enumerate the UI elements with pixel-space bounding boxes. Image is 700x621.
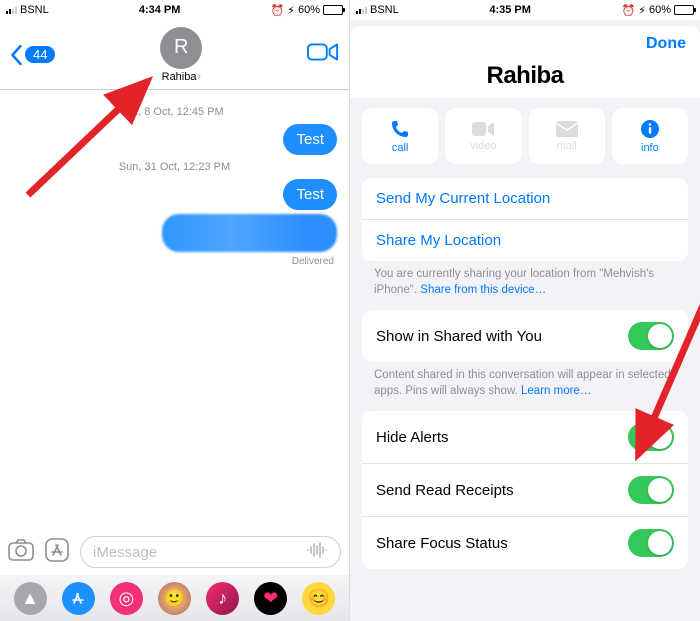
battery-icon bbox=[674, 5, 694, 15]
info-button[interactable]: info bbox=[612, 108, 688, 164]
video-label: video bbox=[470, 140, 496, 152]
signal-icon bbox=[356, 7, 367, 14]
mail-button: mail bbox=[529, 108, 605, 164]
hide-alerts-row[interactable]: Hide Alerts bbox=[362, 411, 688, 464]
show-in-shared-with-you-row[interactable]: Show in Shared with You bbox=[362, 310, 688, 362]
camera-icon[interactable] bbox=[8, 539, 34, 566]
info-label: info bbox=[641, 142, 659, 154]
chevron-right-icon: › bbox=[197, 71, 200, 82]
messages-conversation-screen: BSNL 4:34 PM ⏰ ⚡︎ 60% 44 R Rahiba› bbox=[0, 0, 350, 621]
focus-status-toggle[interactable] bbox=[628, 529, 674, 557]
learn-more-link[interactable]: Learn more… bbox=[521, 385, 591, 397]
tray-memoji-icon[interactable]: 🙂 bbox=[158, 582, 191, 615]
chevron-left-icon bbox=[10, 45, 23, 65]
app-drawer[interactable]: ▲ ◎ 🙂 ♪ ❤ 😊 bbox=[0, 575, 349, 621]
shared-with-you-toggle[interactable] bbox=[628, 322, 674, 350]
conversation-header: 44 R Rahiba› bbox=[0, 20, 349, 90]
tray-music-icon[interactable]: ♪ bbox=[206, 582, 239, 615]
contact-details-sheet: BSNL 4:35 PM ⏰ ⚡︎ 60% Done Rahiba call v… bbox=[350, 0, 700, 621]
video-button: video bbox=[445, 108, 521, 164]
sheet-title: Rahiba bbox=[350, 62, 700, 90]
voice-record-icon[interactable] bbox=[306, 541, 328, 563]
video-icon bbox=[307, 41, 339, 63]
charging-icon: ⚡︎ bbox=[638, 4, 646, 17]
message-thread: Fri, 8 Oct, 12:45 PM Test Sun, 31 Oct, 1… bbox=[0, 90, 349, 277]
contact-header-button[interactable]: R Rahiba› bbox=[160, 27, 202, 83]
back-button[interactable]: 44 bbox=[10, 45, 55, 65]
shared-with-you-footer: Content shared in this conversation will… bbox=[350, 362, 700, 401]
message-placeholder: iMessage bbox=[93, 544, 157, 561]
sent-message-bubble[interactable]: Test bbox=[283, 124, 337, 155]
send-read-receipts-row[interactable]: Send Read Receipts bbox=[362, 464, 688, 517]
share-from-device-link[interactable]: Share from this device… bbox=[420, 284, 546, 296]
tray-search-icon[interactable]: ◎ bbox=[110, 582, 143, 615]
read-receipts-toggle[interactable] bbox=[628, 476, 674, 504]
done-button[interactable]: Done bbox=[646, 35, 686, 53]
mail-label: mail bbox=[557, 140, 577, 152]
sheet-header: Done bbox=[350, 26, 700, 62]
unread-badge: 44 bbox=[25, 46, 55, 63]
video-icon bbox=[472, 121, 494, 137]
battery-percent: 60% bbox=[298, 4, 320, 16]
delivered-label: Delivered bbox=[12, 256, 337, 267]
battery-percent: 60% bbox=[649, 4, 671, 16]
send-current-location-row[interactable]: Send My Current Location bbox=[362, 178, 688, 220]
call-button[interactable]: call bbox=[362, 108, 438, 164]
mail-icon bbox=[556, 121, 578, 137]
carrier-label: BSNL bbox=[370, 4, 399, 16]
info-icon bbox=[640, 119, 660, 139]
facetime-button[interactable] bbox=[307, 41, 339, 68]
clock: 4:35 PM bbox=[489, 4, 531, 16]
clock: 4:34 PM bbox=[139, 4, 181, 16]
message-input[interactable]: iMessage bbox=[80, 536, 341, 568]
tray-emoji-icon[interactable]: 😊 bbox=[302, 582, 335, 615]
shared-with-you-group: Show in Shared with You bbox=[362, 310, 688, 362]
timestamp: Sun, 31 Oct, 12:23 PM bbox=[12, 161, 337, 173]
app-store-icon[interactable] bbox=[44, 537, 70, 568]
tray-store-icon[interactable]: ▲ bbox=[14, 582, 47, 615]
status-bar: BSNL 4:34 PM ⏰ ⚡︎ 60% bbox=[0, 0, 349, 20]
alarm-icon: ⏰ bbox=[271, 4, 285, 17]
contact-name-label: Rahiba bbox=[162, 71, 197, 83]
sent-message-bubble[interactable]: Test bbox=[283, 179, 337, 210]
phone-icon bbox=[390, 119, 410, 139]
charging-icon: ⚡︎ bbox=[287, 4, 295, 17]
battery-icon bbox=[323, 5, 343, 15]
location-group: Send My Current Location Share My Locati… bbox=[362, 178, 688, 261]
location-footer: You are currently sharing your location … bbox=[350, 261, 700, 300]
alerts-group: Hide Alerts Send Read Receipts Share Foc… bbox=[362, 411, 688, 569]
avatar: R bbox=[160, 27, 202, 69]
tray-appstore-icon[interactable] bbox=[62, 582, 95, 615]
sent-message-bubble-redacted[interactable] bbox=[162, 214, 337, 252]
call-label: call bbox=[392, 142, 409, 154]
message-input-bar: iMessage bbox=[0, 531, 349, 573]
signal-icon bbox=[6, 7, 17, 14]
status-bar: BSNL 4:35 PM ⏰ ⚡︎ 60% bbox=[350, 0, 700, 20]
carrier-label: BSNL bbox=[20, 4, 49, 16]
hide-alerts-toggle[interactable] bbox=[628, 423, 674, 451]
tray-digitaltouch-icon[interactable]: ❤ bbox=[254, 582, 287, 615]
timestamp: Fri, 8 Oct, 12:45 PM bbox=[12, 106, 337, 118]
share-my-location-row[interactable]: Share My Location bbox=[362, 220, 688, 261]
share-focus-status-row[interactable]: Share Focus Status bbox=[362, 517, 688, 569]
contact-actions-row: call video mail info bbox=[350, 98, 700, 168]
sheet-title-area: Rahiba bbox=[350, 62, 700, 98]
alarm-icon: ⏰ bbox=[622, 4, 636, 17]
